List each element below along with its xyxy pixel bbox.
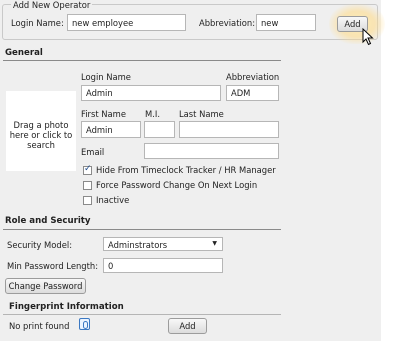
new-login-name-input[interactable]: new employee — [67, 14, 186, 31]
hide-from-timeclock-label: Hide From Timeclock Tracker / HR Manager — [96, 165, 276, 175]
mouse-pointer-icon — [362, 28, 374, 46]
first-name-input[interactable]: Admin — [81, 121, 141, 138]
min-password-length-input[interactable]: 0 — [103, 258, 223, 273]
security-model-value: Adminstrators — [108, 240, 168, 250]
login-name-label: Login Name: — [11, 18, 64, 28]
abbreviation-field-label: Abbreviation — [226, 72, 280, 82]
role-security-divider — [3, 229, 281, 230]
login-name-input[interactable]: Admin — [81, 85, 221, 101]
fingerprint-status: No print found — [9, 321, 70, 331]
email-label: Email — [81, 147, 105, 157]
login-name-field-label: Login Name — [81, 72, 131, 82]
last-name-label: Last Name — [179, 109, 224, 119]
first-name-label: First Name — [81, 109, 126, 119]
email-input[interactable] — [144, 143, 279, 159]
photo-hint-line-3: search — [27, 140, 55, 150]
security-model-label: Security Model: — [7, 240, 73, 250]
photo-drop-area[interactable]: Drag a photo here or click to search — [6, 91, 76, 171]
photo-hint-line-1: Drag a photo — [13, 120, 69, 130]
general-section-title: General — [5, 48, 43, 58]
photo-hint-line-2: here or click to — [9, 130, 73, 140]
fingerprint-section-title: Fingerprint Information — [9, 302, 124, 312]
inactive-checkbox[interactable] — [83, 196, 92, 205]
add-fingerprint-button[interactable]: Add — [168, 318, 207, 334]
new-abbreviation-input[interactable]: new — [256, 14, 316, 31]
force-password-change-label: Force Password Change On Next Login — [96, 180, 258, 190]
force-password-change-checkbox[interactable] — [83, 181, 92, 190]
abbreviation-label: Abbreviation: — [199, 18, 256, 28]
role-security-section-title: Role and Security — [5, 216, 91, 226]
add-new-operator-legend: Add New Operator — [11, 0, 93, 10]
hide-from-timeclock-checkbox[interactable] — [83, 164, 92, 175]
min-password-length-label: Min Password Length: — [7, 261, 99, 271]
middle-initial-input[interactable] — [144, 121, 175, 138]
security-model-select[interactable]: Adminstrators ▼ — [103, 237, 223, 251]
chevron-down-icon: ▼ — [212, 240, 217, 247]
change-password-button[interactable]: Change Password — [5, 278, 86, 294]
general-divider — [3, 60, 281, 61]
last-name-input[interactable] — [179, 121, 279, 138]
abbreviation-input[interactable]: ADM — [226, 85, 279, 101]
middle-initial-label: M.I. — [145, 109, 161, 119]
fingerprint-icon — [79, 318, 90, 330]
inactive-label: Inactive — [96, 195, 130, 205]
fingerprint-divider — [3, 314, 281, 315]
